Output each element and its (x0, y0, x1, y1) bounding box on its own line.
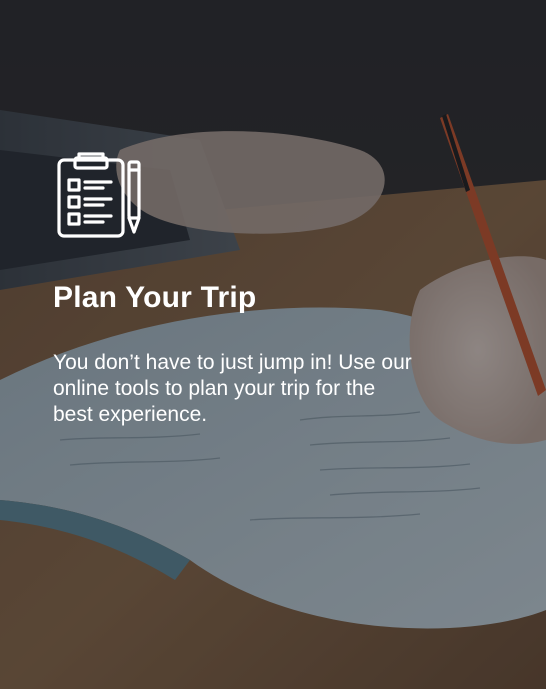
card-description: You don’t have to just jump in! Use our … (53, 351, 412, 426)
card-content: Plan Your Trip You don’t have to just ju… (53, 150, 493, 428)
card-title: Plan Your Trip (53, 281, 257, 314)
clipboard-checklist-pencil-icon (57, 152, 141, 238)
plan-trip-card: Plan Your Trip You don’t have to just ju… (0, 0, 546, 689)
